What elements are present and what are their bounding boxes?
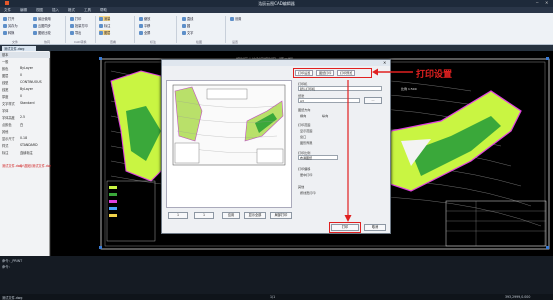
status-coords: 393,2999,0.000 <box>505 295 531 299</box>
annotation-label: 打印设置 <box>416 70 453 80</box>
command-history-line: 命令: _PRINT <box>2 259 23 263</box>
command-prompt[interactable]: 命令: <box>2 264 10 269</box>
bottom-status-strip: 测试文件.dwg 1/1 393,2999,0.000 <box>0 294 553 300</box>
status-page: 1/1 <box>270 295 276 299</box>
status-file: 测试文件.dwg <box>2 296 23 300</box>
annotation-overlay <box>344 68 413 222</box>
status-bar: 命令: _PRINT 命令: 测试文件.dwg 1/1 393,2999,0.0… <box>0 256 553 300</box>
